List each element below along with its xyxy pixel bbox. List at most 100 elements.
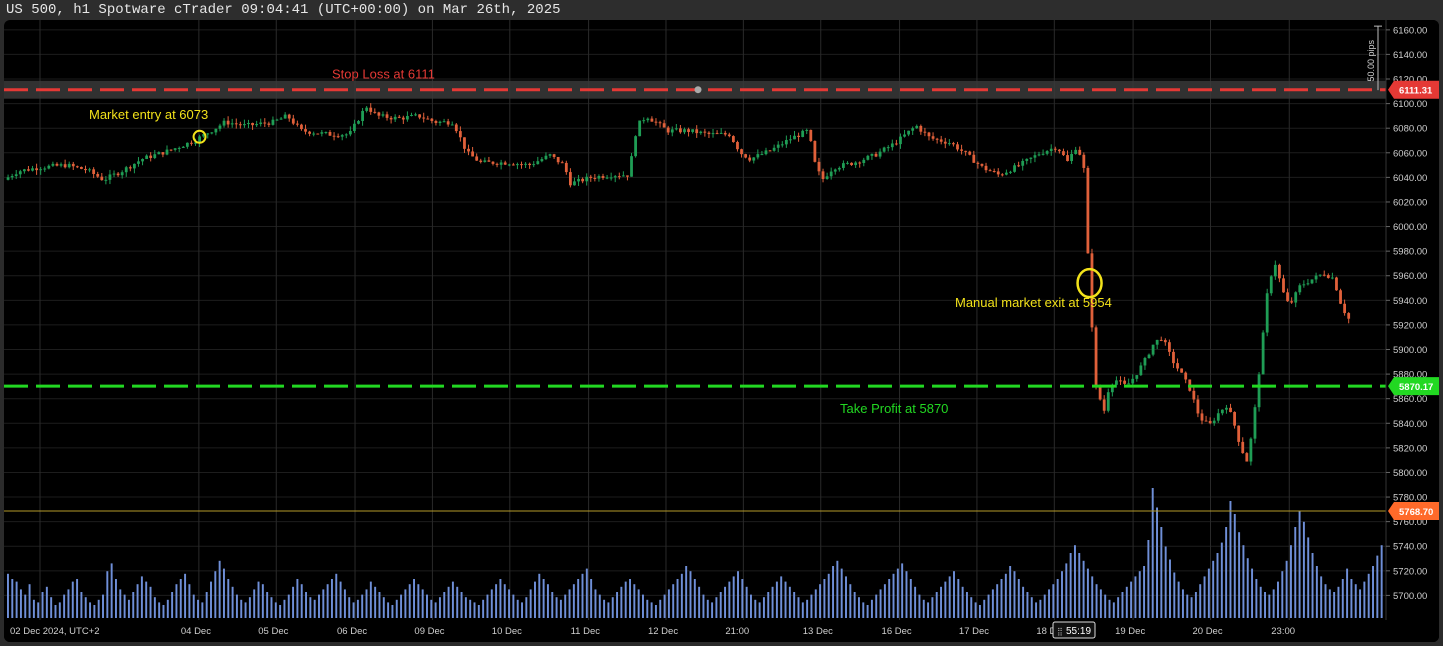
volume-bar	[1117, 597, 1120, 618]
candle-bearish	[287, 114, 291, 119]
volume-bar	[711, 602, 714, 618]
candle-bearish	[617, 176, 621, 178]
price-tick-label: 6060.00	[1393, 148, 1427, 159]
volume-bar	[1320, 576, 1323, 618]
candle-bullish	[842, 163, 845, 168]
candle-bearish	[1180, 368, 1184, 373]
candle-bearish	[894, 143, 898, 145]
market-exit-marker	[1076, 267, 1103, 299]
volume-bar	[499, 579, 502, 618]
candle-bearish	[35, 168, 38, 171]
candle-bearish	[377, 112, 381, 116]
volume-bar	[136, 584, 139, 618]
time-tick-label: 12 Dec	[648, 626, 678, 637]
candle-bullish	[1127, 383, 1131, 385]
volume-bar	[508, 589, 511, 618]
candle-bullish	[104, 179, 108, 181]
candle-bullish	[899, 136, 902, 145]
candle-bullish	[1106, 392, 1110, 411]
volume-bar	[585, 568, 588, 618]
volume-bar	[339, 581, 342, 618]
volume-bar	[443, 592, 446, 618]
candle-bearish	[300, 124, 303, 130]
stop-loss-drag-handle[interactable]	[694, 86, 702, 94]
price-tick-label: 5980.00	[1393, 247, 1427, 258]
candle-bullish	[320, 132, 324, 134]
candle-bearish	[454, 124, 458, 132]
volume-bar	[555, 597, 558, 618]
candle-bearish	[1241, 441, 1245, 454]
price-axis[interactable]: 6160.006140.006120.006100.006080.006060.…	[1385, 20, 1439, 642]
volume-bar	[659, 599, 662, 618]
volume-bar	[235, 594, 238, 618]
candle-bearish	[100, 176, 104, 181]
volume-bar	[114, 579, 117, 618]
candle-bullish	[1269, 276, 1273, 294]
volume-bar	[378, 592, 381, 618]
volume-bar	[875, 594, 878, 618]
volume-bar	[918, 594, 921, 618]
volume-bar	[935, 592, 938, 618]
price-tick-label: 6100.00	[1393, 99, 1427, 110]
candle-bearish	[813, 140, 817, 162]
volume-bar	[477, 605, 480, 618]
price-chart[interactable]: Stop Loss at 6111 Take Profit at 5870 Mar…	[4, 20, 1439, 642]
volume-bar	[1004, 573, 1007, 618]
candle-bullish	[1212, 420, 1216, 424]
volume-bar	[486, 594, 489, 618]
candle-bullish	[271, 119, 275, 125]
volume-bar	[175, 584, 178, 618]
candle-bearish	[426, 118, 430, 120]
volume-bar	[274, 602, 277, 618]
volume-bar	[745, 586, 748, 618]
volume-bar	[1289, 545, 1292, 618]
candle-bearish	[1176, 363, 1179, 369]
volume-bar	[153, 597, 156, 618]
candle-bullish	[621, 175, 625, 177]
candle-bullish	[51, 163, 55, 166]
candle-bullish	[784, 139, 788, 145]
candle-bearish	[593, 177, 597, 179]
chart-panel[interactable]: Stop Loss at 6111 Take Profit at 5870 Mar…	[4, 20, 1439, 642]
candle-bearish	[446, 121, 450, 125]
time-axis[interactable]: 02 Dec 2024, UTC+2 04 Dec 05 Dec 06 Dec 09 D…	[4, 620, 1439, 642]
volume-bar	[603, 599, 606, 618]
candle-bullish	[1049, 148, 1053, 152]
volume-bar	[382, 597, 385, 618]
volume-bar	[1134, 576, 1137, 618]
candle-bullish	[1070, 153, 1073, 162]
volume-bar	[564, 594, 567, 618]
candle-bearish	[385, 114, 389, 118]
time-tick-label: 13 Dec	[803, 626, 833, 637]
candle-bearish	[1326, 275, 1330, 278]
candle-bearish	[308, 131, 312, 134]
chart-grid	[4, 20, 1386, 620]
volume-bar	[512, 594, 515, 618]
candle-bearish	[332, 135, 336, 137]
candle-bullish	[854, 162, 858, 166]
candle-bullish	[540, 159, 544, 162]
candle-bullish	[393, 116, 397, 120]
candle-bearish	[1090, 253, 1094, 328]
candle-bullish	[259, 122, 263, 125]
volume-bar	[490, 589, 493, 618]
candle-bullish	[88, 169, 91, 171]
volume-bar	[300, 584, 303, 618]
volume-bar	[957, 579, 960, 618]
candle-bullish	[31, 168, 34, 171]
candle-bearish	[190, 142, 193, 144]
candle-bearish	[169, 149, 173, 151]
candle-bullish	[14, 174, 18, 177]
volume-bar	[50, 597, 53, 618]
candle-bullish	[353, 123, 356, 131]
volume-bar	[1229, 501, 1232, 618]
price-tick-label: 5780.00	[1393, 493, 1427, 504]
volume-bar	[1048, 589, 1051, 618]
candle-bullish	[719, 132, 723, 134]
price-tick-label: 6160.00	[1393, 25, 1427, 36]
candle-bullish	[634, 136, 637, 157]
price-tick-label: 6080.00	[1393, 124, 1427, 135]
volume-bar	[1065, 563, 1068, 618]
candle-bearish	[658, 122, 662, 124]
volume-bar	[814, 589, 817, 618]
